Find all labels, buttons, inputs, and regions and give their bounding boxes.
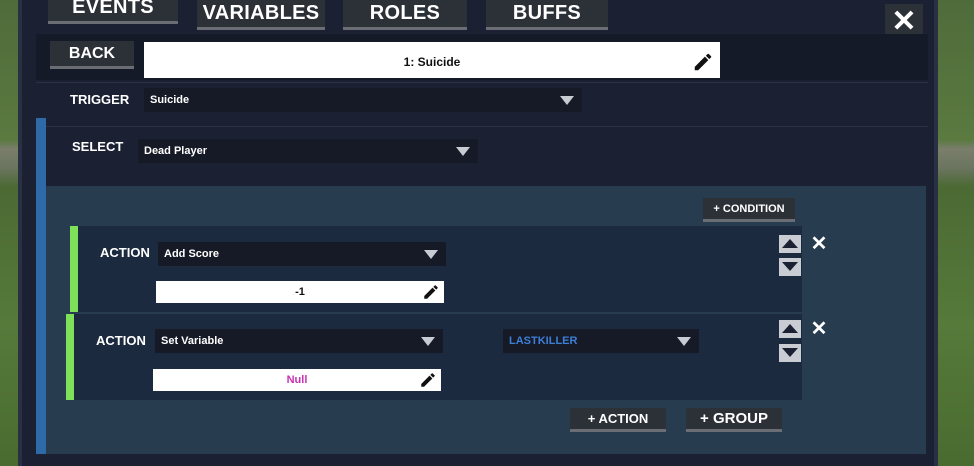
action-1-value: -1 xyxy=(295,286,305,298)
event-name-field[interactable]: 1: Suicide xyxy=(144,42,720,78)
select-label: SELECT xyxy=(72,139,124,154)
action-1-bar xyxy=(70,226,78,312)
action-1-type-dropdown[interactable]: Add Score xyxy=(158,242,446,266)
select-dropdown[interactable]: Dead Player xyxy=(138,139,478,163)
chevron-down-icon xyxy=(424,250,438,259)
add-action-button[interactable]: + ACTION xyxy=(570,408,666,432)
select-value: Dead Player xyxy=(144,145,207,157)
pencil-icon[interactable] xyxy=(692,51,714,73)
arrow-up-icon xyxy=(782,239,798,248)
tab-roles[interactable]: ROLES xyxy=(343,0,467,30)
select-section-bar xyxy=(36,118,46,454)
chevron-down-icon xyxy=(560,96,574,105)
action-2-value: Null xyxy=(286,374,308,386)
action-2-type-dropdown[interactable]: Set Variable xyxy=(155,329,443,353)
action-2-label: ACTION xyxy=(96,333,146,348)
pencil-icon[interactable] xyxy=(419,371,437,389)
close-icon: ✕ xyxy=(810,318,828,340)
add-condition-button[interactable]: + CONDITION xyxy=(703,198,795,222)
action-1-label: ACTION xyxy=(100,245,150,260)
action-1-value-field[interactable]: -1 xyxy=(156,281,444,303)
trigger-dropdown[interactable]: Suicide xyxy=(144,88,582,112)
event-name-text: 1: Suicide xyxy=(403,55,461,69)
action-2-variable-dropdown[interactable]: LASTKILLER xyxy=(503,329,699,353)
tab-events[interactable]: EVENTS xyxy=(48,0,178,24)
add-group-button[interactable]: + GROUP xyxy=(686,408,782,432)
action-2-value-field[interactable]: Null xyxy=(153,369,441,391)
action-2-bar xyxy=(66,314,74,400)
action-2-type: Set Variable xyxy=(161,335,224,347)
move-up-button[interactable] xyxy=(779,235,801,253)
move-down-button[interactable] xyxy=(779,344,801,362)
action-1-type: Add Score xyxy=(164,248,220,260)
arrow-down-icon xyxy=(782,262,798,271)
action-2-variable: LASTKILLER xyxy=(509,335,578,347)
arrow-down-icon xyxy=(782,348,798,357)
remove-action-2-button[interactable]: ✕ xyxy=(808,319,830,339)
pencil-icon[interactable] xyxy=(422,283,440,301)
remove-action-1-button[interactable]: ✕ xyxy=(808,234,830,254)
chevron-down-icon xyxy=(421,337,435,346)
tab-variables[interactable]: VARIABLES xyxy=(197,0,325,30)
back-button[interactable]: BACK xyxy=(50,41,134,69)
chevron-down-icon xyxy=(456,147,470,156)
close-icon: ✕ xyxy=(810,233,828,255)
trigger-value: Suicide xyxy=(150,94,190,106)
chevron-down-icon xyxy=(677,337,691,346)
move-down-button[interactable] xyxy=(779,258,801,276)
arrow-up-icon xyxy=(782,324,798,333)
move-up-button[interactable] xyxy=(779,320,801,338)
tab-buffs[interactable]: BUFFS xyxy=(486,0,608,30)
trigger-label: TRIGGER xyxy=(70,92,130,107)
